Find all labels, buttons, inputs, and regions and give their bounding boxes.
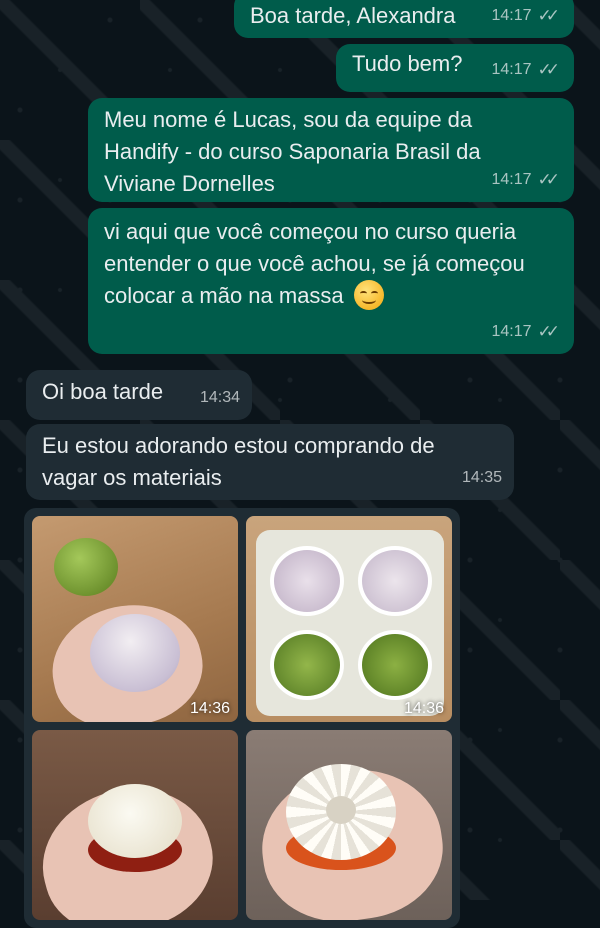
message-meta: 14:34 (200, 382, 240, 414)
message-text: vi aqui que você começou no curso queria… (104, 216, 544, 312)
photo-time: 14:36 (189, 700, 230, 717)
double-check-icon: ✓✓ (537, 322, 560, 341)
message-time: 14:35 (461, 469, 502, 486)
message-time: 14:17 (491, 7, 532, 24)
album-photo[interactable] (32, 730, 238, 920)
double-check-icon: ✓✓ (537, 170, 560, 189)
message-bubble-outgoing[interactable]: Boa tarde, Alexandra 14:17 ✓✓ (234, 0, 574, 38)
album-photo[interactable]: 14:36 (32, 516, 238, 722)
message-time: 14:34 (199, 389, 240, 406)
message-text-content: vi aqui que você começou no curso queria… (104, 219, 531, 308)
message-bubble-incoming[interactable]: Eu estou adorando estou comprando de vag… (26, 424, 514, 500)
image-album-message[interactable]: 14:36 14:36 (24, 508, 460, 928)
message-text: Meu nome é Lucas, sou da equipe da Handi… (104, 107, 487, 196)
photo-time: 14:36 (403, 700, 444, 717)
message-time: 14:17 (491, 61, 532, 78)
smiling-face-icon (353, 280, 384, 310)
mold-soap-4 (358, 630, 432, 700)
mold-soap-3 (270, 630, 344, 700)
white-soap (88, 784, 182, 858)
message-bubble-outgoing[interactable]: vi aqui que você começou no curso queria… (88, 208, 574, 354)
message-bubble-outgoing[interactable]: Meu nome é Lucas, sou da equipe da Handi… (88, 98, 574, 202)
message-meta: 14:17 ✓✓ (491, 54, 560, 86)
green-soap (54, 538, 118, 596)
double-check-icon: ✓✓ (537, 6, 560, 25)
message-meta: 14:35 (462, 462, 502, 494)
album-photo[interactable]: 14:36 (246, 516, 452, 722)
white-soap (90, 614, 180, 692)
message-text: Eu estou adorando estou comprando de vag… (42, 433, 441, 490)
message-meta: 14:17 ✓✓ (491, 316, 560, 348)
bundt-center (326, 796, 356, 824)
album-photo[interactable] (246, 730, 452, 920)
message-time: 14:17 (491, 323, 532, 340)
message-bubble-incoming[interactable]: Oi boa tarde 14:34 (26, 370, 252, 420)
mold-soap-1 (270, 546, 344, 616)
message-meta: 14:17 ✓✓ (491, 164, 560, 196)
double-check-icon: ✓✓ (537, 60, 560, 79)
message-time: 14:17 (491, 171, 532, 188)
message-bubble-outgoing[interactable]: Tudo bem? 14:17 ✓✓ (336, 44, 574, 92)
mold-soap-2 (358, 546, 432, 616)
message-meta: 14:17 ✓✓ (491, 0, 560, 32)
